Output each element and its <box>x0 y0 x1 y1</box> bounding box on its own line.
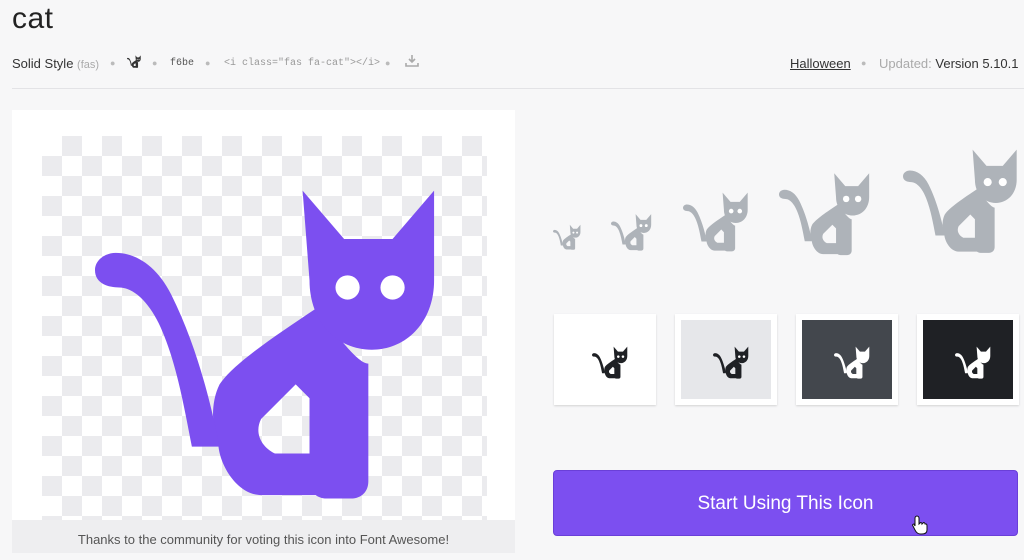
separator-dot: ● <box>110 58 116 68</box>
unicode-value[interactable]: f6be <box>170 58 194 69</box>
version-info: Updated: Version 5.10.1 <box>879 56 1019 71</box>
swatch-bg <box>923 320 1013 399</box>
swatch-bg <box>802 320 892 399</box>
swatch-light-gray[interactable] <box>675 314 777 405</box>
cat-icon-size-sm <box>611 210 652 251</box>
swatch-bg <box>681 320 771 399</box>
separator-dot: ● <box>205 58 211 68</box>
cat-icon <box>713 343 749 379</box>
swatch-bg <box>560 320 650 399</box>
cat-icon-size-md <box>683 186 749 252</box>
cat-icon-size-xl <box>903 138 1019 254</box>
cat-icon-size-xs <box>553 222 581 250</box>
cat-icon-size-lg <box>779 164 871 256</box>
cat-icon <box>955 343 991 379</box>
swatch-black[interactable] <box>917 314 1019 405</box>
icon-preview <box>12 110 515 520</box>
download-icon[interactable] <box>404 54 420 71</box>
community-caption: Thanks to the community for voting this … <box>12 520 515 553</box>
style-label: Solid Style (fas) <box>12 56 100 71</box>
cat-icon <box>834 343 870 379</box>
page-title: cat <box>12 2 54 35</box>
cat-icon-large <box>88 156 448 502</box>
swatch-dark-gray[interactable] <box>796 314 898 405</box>
html-snippet[interactable]: <i class="fas fa-cat"></i> <box>224 58 380 69</box>
style-code: (fas) <box>77 59 100 71</box>
separator-dot: ● <box>385 58 391 68</box>
cat-glyph-icon[interactable] <box>127 54 141 71</box>
swatch-white[interactable] <box>554 314 656 405</box>
hand-cursor-icon <box>912 515 928 535</box>
category-link-halloween[interactable]: Halloween <box>790 56 851 71</box>
start-using-icon-button[interactable]: Start Using This Icon <box>553 470 1018 536</box>
separator-dot: ● <box>861 58 867 68</box>
icon-meta-bar: Solid Style (fas) ● ● f6be ● <i class="f… <box>12 54 1019 74</box>
separator-dot: ● <box>152 58 158 68</box>
cat-icon <box>592 343 628 379</box>
header-divider <box>12 88 1024 89</box>
